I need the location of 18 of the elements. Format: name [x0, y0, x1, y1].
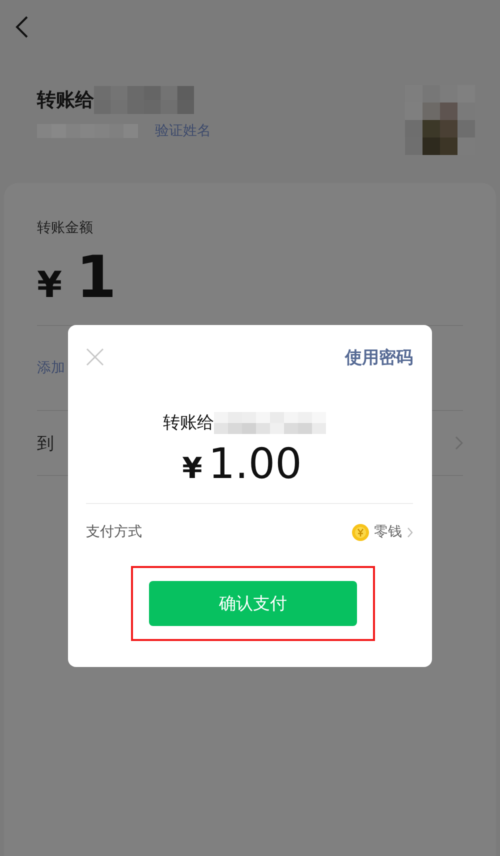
payment-method-value[interactable]: 零钱: [374, 523, 402, 541]
verify-name-link[interactable]: 验证姓名: [155, 122, 211, 140]
transfer-title: 转账给: [37, 88, 94, 113]
currency-sign: ¥: [37, 265, 62, 306]
add-remark-link[interactable]: 添加: [37, 359, 65, 377]
amount-label: 转账金额: [37, 219, 94, 237]
amount-value: 1.00: [208, 440, 302, 488]
payment-method-label: 支付方式: [86, 523, 142, 541]
chevron-icon: [407, 526, 413, 538]
pixelated-avatar: [405, 85, 475, 155]
arrival-time-label: 到: [37, 432, 54, 454]
confirm-pay-button[interactable]: 确认支付: [149, 581, 357, 626]
currency-sign: ¥: [182, 451, 202, 485]
coin-icon: [352, 524, 369, 540]
recipient-label: 转账给: [163, 412, 214, 434]
amount-value: 1: [76, 247, 116, 307]
use-password-link[interactable]: 使用密码: [345, 346, 413, 368]
back-icon[interactable]: [15, 16, 29, 38]
